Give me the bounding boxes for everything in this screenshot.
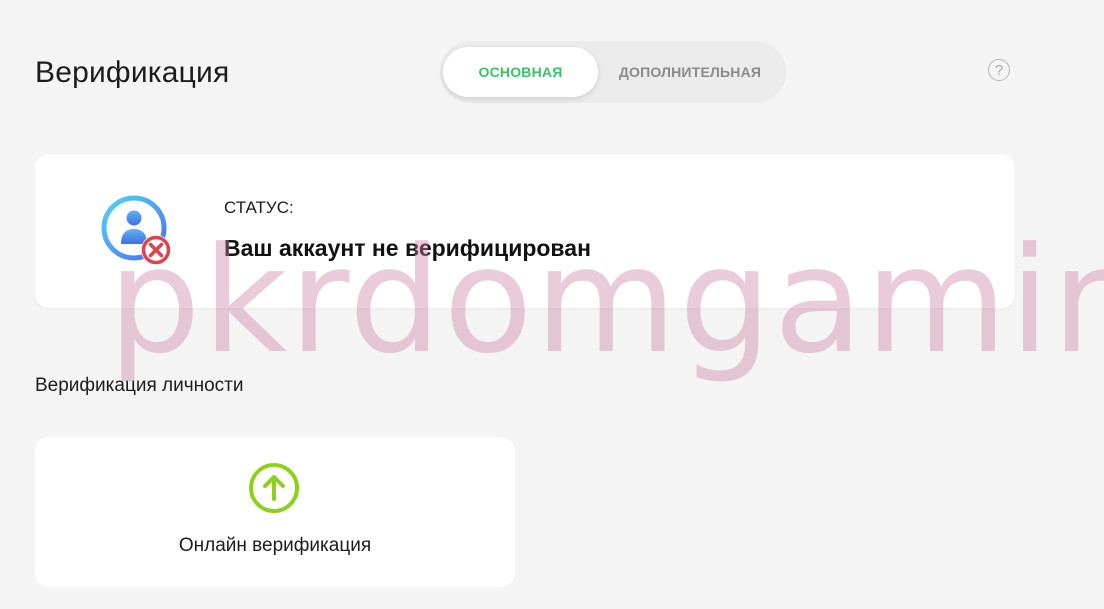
help-icon[interactable]: ? — [988, 59, 1010, 81]
user-unverified-icon — [101, 195, 171, 265]
status-card: СТАТУС: Ваш аккаунт не верифицирован — [35, 154, 1015, 308]
online-verification-label: Онлайн верификация — [178, 535, 372, 556]
page-title: Верификация — [35, 56, 230, 89]
online-verification-card[interactable]: Онлайн верификация — [35, 437, 515, 587]
status-value: Ваш аккаунт не верифицирован — [224, 235, 591, 261]
verification-tabs: ОСНОВНАЯ ДОПОЛНИТЕЛЬНАЯ — [440, 41, 786, 103]
upload-arrow-icon — [249, 463, 299, 513]
identity-section-title: Верификация личности — [35, 375, 244, 396]
tab-main[interactable]: ОСНОВНАЯ — [443, 47, 598, 97]
tab-additional[interactable]: ДОПОЛНИТЕЛЬНАЯ — [605, 47, 775, 97]
status-label: СТАТУС: — [224, 198, 294, 217]
